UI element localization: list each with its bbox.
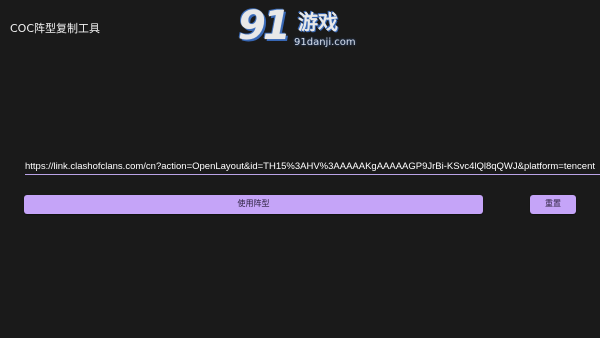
layout-link-field[interactable] [25, 154, 600, 175]
site-watermark: 91 游戏 91danji.com [232, 4, 372, 54]
layout-link-input[interactable] [25, 157, 600, 174]
reset-button[interactable]: 重置 [530, 195, 576, 214]
watermark-number: 91 [238, 3, 291, 49]
watermark-domain: 91danji.com [294, 37, 356, 48]
watermark-name: 游戏 [298, 10, 338, 34]
app-title: COC阵型复制工具 [10, 22, 101, 35]
use-layout-button[interactable]: 使用阵型 [24, 195, 483, 214]
